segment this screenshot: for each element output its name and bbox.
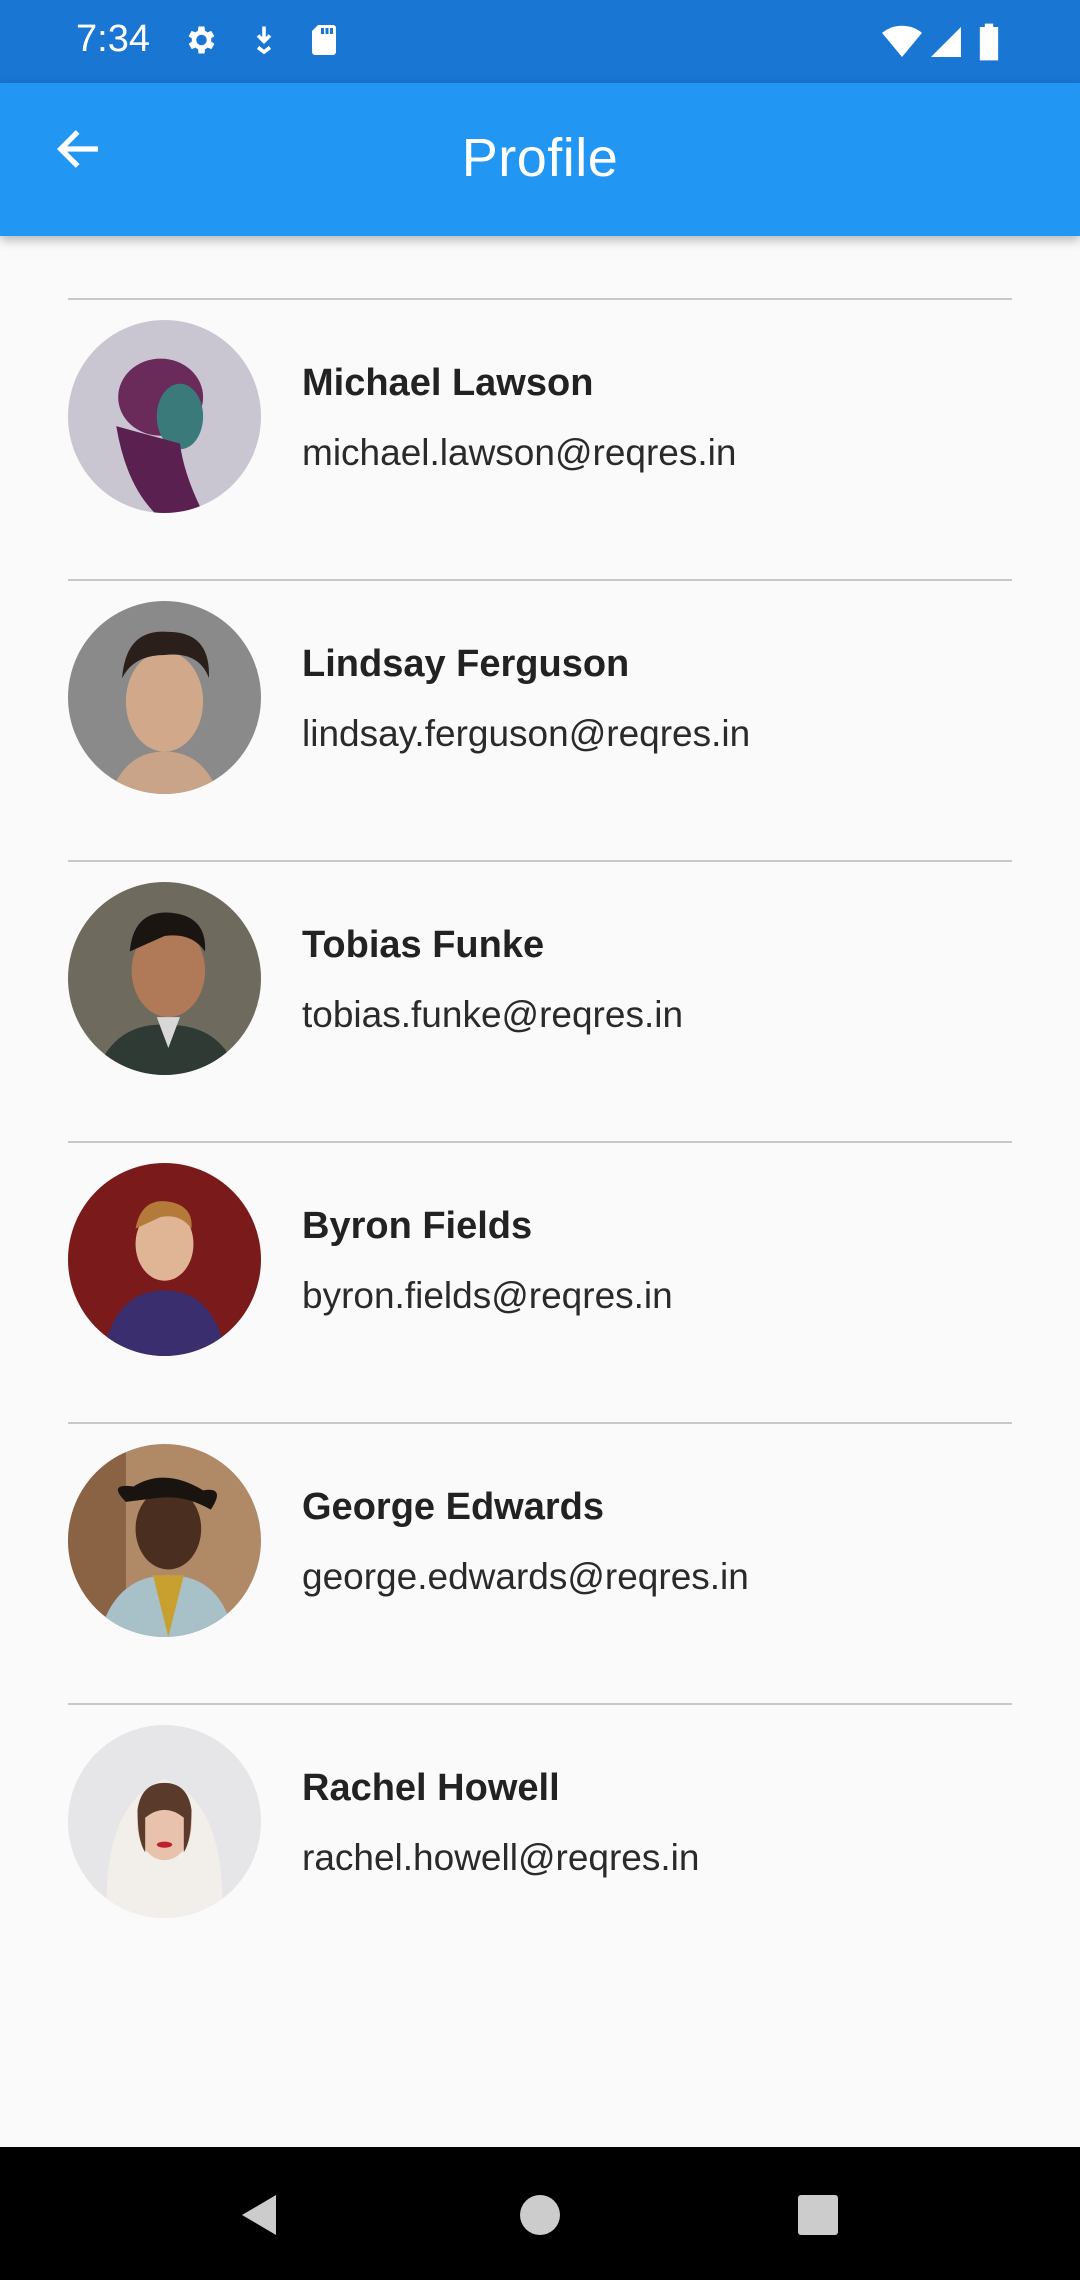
profile-email: byron.fields@reqres.in	[302, 1275, 673, 1316]
home-circle-icon	[508, 2183, 572, 2247]
status-bar: 7:34	[0, 0, 1080, 83]
avatar	[68, 1725, 261, 1918]
page-title: Profile	[461, 128, 619, 188]
cell-signal-icon	[928, 22, 964, 62]
avatar	[68, 1163, 261, 1356]
avatar	[68, 1444, 261, 1637]
profile-name: Tobias Funke	[302, 924, 545, 966]
profile-list-item[interactable]: Lindsay Ferguson lindsay.ferguson@reqres…	[68, 579, 1012, 860]
settings-gear-icon	[182, 22, 218, 62]
status-time: 7:34	[76, 18, 150, 60]
profile-email: lindsay.ferguson@reqres.in	[302, 713, 751, 754]
profile-email: tobias.funke@reqres.in	[302, 994, 684, 1035]
system-navigation-bar	[0, 2147, 1080, 2280]
profile-list: Michael Lawson michael.lawson@reqres.in …	[68, 298, 1012, 1984]
profile-name: Rachel Howell	[302, 1767, 560, 1809]
wifi-icon	[880, 22, 924, 62]
avatar	[68, 320, 261, 513]
battery-icon	[978, 22, 1004, 62]
nav-recents-button[interactable]	[786, 2183, 850, 2247]
profile-list-item[interactable]: Michael Lawson michael.lawson@reqres.in	[68, 298, 1012, 579]
nav-back-button[interactable]	[228, 2183, 292, 2247]
avatar	[68, 882, 261, 1075]
profile-list-item[interactable]: George Edwards george.edwards@reqres.in	[68, 1422, 1012, 1703]
profile-list-item[interactable]: Rachel Howell rachel.howell@reqres.in	[68, 1703, 1012, 1984]
recents-square-icon	[786, 2183, 850, 2247]
profile-email: michael.lawson@reqres.in	[302, 432, 737, 473]
download-icon	[246, 22, 282, 62]
profile-name: Lindsay Ferguson	[302, 643, 630, 685]
profile-email: rachel.howell@reqres.in	[302, 1837, 700, 1878]
profile-name: Byron Fields	[302, 1205, 533, 1247]
profile-list-item[interactable]: Tobias Funke tobias.funke@reqres.in	[68, 860, 1012, 1141]
avatar	[68, 601, 261, 794]
back-triangle-icon	[228, 2183, 292, 2247]
nav-home-button[interactable]	[508, 2183, 572, 2247]
profile-list-item[interactable]: Byron Fields byron.fields@reqres.in	[68, 1141, 1012, 1422]
profile-name: George Edwards	[302, 1486, 604, 1528]
sd-card-icon	[306, 22, 342, 62]
app-bar: Profile	[0, 83, 1080, 236]
profile-email: george.edwards@reqres.in	[302, 1556, 749, 1597]
profile-name: Michael Lawson	[302, 362, 594, 404]
